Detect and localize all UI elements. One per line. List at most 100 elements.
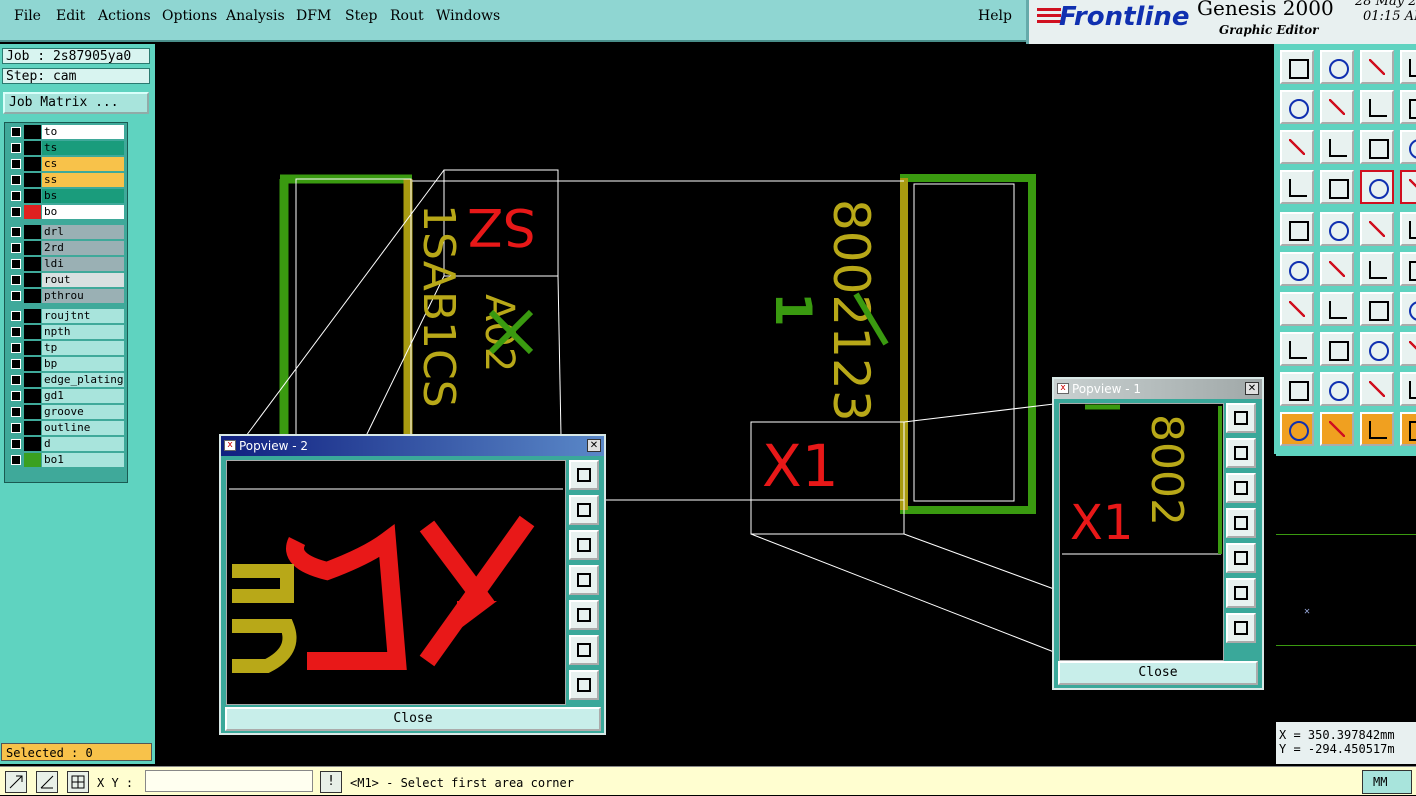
layer-checkbox[interactable] [11,327,21,337]
menu-edit[interactable]: Edit [56,8,85,24]
layer-color-swatch[interactable] [24,453,41,467]
layer-row[interactable]: 2rd [7,241,125,255]
measure-icon[interactable] [1360,130,1394,164]
layer-checkbox[interactable] [11,343,21,353]
layer-name[interactable]: bp [42,357,124,371]
home-icon[interactable] [1360,50,1394,84]
layer-checkbox[interactable] [11,311,21,321]
pan-right-icon[interactable] [1320,90,1354,124]
popview-1-titlebar[interactable]: x Popview - 1 [1054,379,1262,399]
layer-checkbox[interactable] [11,175,21,185]
zoom-home-icon[interactable] [1320,372,1354,406]
job-matrix-button[interactable]: Job Matrix ... [3,92,149,114]
pan-left-icon[interactable] [1280,90,1314,124]
layer-color-swatch[interactable] [24,173,41,187]
menu-help[interactable]: Help [978,8,1012,24]
cursor-3-icon[interactable] [1280,372,1314,406]
layer-color-swatch[interactable] [24,141,41,155]
layer-color-swatch[interactable] [24,257,41,271]
grid-icon[interactable] [1280,170,1314,204]
triangle-icon[interactable] [1400,292,1416,326]
pan-up-icon[interactable] [1226,438,1256,468]
zoom-out-icon[interactable] [569,670,599,700]
layer-name[interactable]: ldi [42,257,124,271]
zoom-area-icon[interactable] [5,771,27,793]
menu-windows[interactable]: Windows [436,8,500,24]
layer-checkbox[interactable] [11,407,21,417]
layer-checkbox[interactable] [11,439,21,449]
layer-name[interactable]: npth [42,325,124,339]
layer-row[interactable]: ss [7,173,125,187]
layer-color-swatch[interactable] [24,289,41,303]
rotate-icon[interactable] [1400,212,1416,246]
layer-checkbox[interactable] [11,375,21,385]
layer-checkbox[interactable] [11,191,21,201]
pan-down-icon[interactable] [1226,473,1256,503]
layer-row[interactable]: npth [7,325,125,339]
layer-color-swatch[interactable] [24,273,41,287]
layer-name[interactable]: ts [42,141,124,155]
layer-color-swatch[interactable] [24,225,41,239]
close-icon[interactable]: ✕ [1245,382,1259,395]
rect-icon[interactable] [1360,292,1394,326]
arc-icon[interactable] [1400,252,1416,286]
zoom-out-icon[interactable] [1226,613,1256,643]
triangle-3-icon[interactable] [1320,332,1354,366]
layer-name[interactable]: gd1 [42,389,124,403]
menu-file[interactable]: File [14,8,41,24]
pan-icon[interactable] [1280,412,1314,446]
layer-checkbox[interactable] [11,391,21,401]
layer-row[interactable]: tp [7,341,125,355]
ruler-icon[interactable] [1400,170,1416,204]
zoom-fit-icon[interactable] [1400,90,1416,124]
pan-right-icon[interactable] [569,600,599,630]
triangle-2-icon[interactable] [1280,332,1314,366]
layer-row[interactable]: edge_plating [7,373,125,387]
point-icon[interactable] [1320,252,1354,286]
menu-rout[interactable]: Rout [390,8,424,24]
layer-checkbox[interactable] [11,455,21,465]
layer-checkbox[interactable] [11,291,21,301]
cursor-icon[interactable] [1360,332,1394,366]
layer-checkbox[interactable] [11,275,21,285]
layer-name[interactable]: to [42,125,124,139]
zoom-home-icon[interactable] [569,460,599,490]
layer-color-swatch[interactable] [24,125,41,139]
draw-icon[interactable] [1360,170,1394,204]
layer-row[interactable]: gd1 [7,389,125,403]
layer-row[interactable]: ts [7,141,125,155]
minimap[interactable]: ✕ [1276,454,1416,722]
layer-name[interactable]: tp [42,341,124,355]
pan-down-icon[interactable] [569,530,599,560]
layer-color-swatch[interactable] [24,437,41,451]
zoom-in-icon[interactable] [1226,578,1256,608]
pan-right-icon[interactable] [1360,412,1394,446]
layer-name[interactable]: bo [42,205,124,219]
layer-name[interactable]: ss [42,173,124,187]
layer-row[interactable]: bo1 [7,453,125,467]
pad-icon[interactable] [1280,292,1314,326]
units-selector[interactable]: MM [1362,770,1412,794]
menu-dfm[interactable]: DFM [296,8,331,24]
layer-color-swatch[interactable] [24,357,41,371]
snap-icon[interactable] [1400,130,1416,164]
pan-left-icon[interactable] [569,565,599,595]
layer-checkbox[interactable] [11,423,21,433]
alert-icon[interactable]: ! [320,771,342,793]
zoom-in-icon[interactable] [1360,372,1394,406]
layer-row[interactable]: bo [7,205,125,219]
layer-checkbox[interactable] [11,259,21,269]
layer-name[interactable]: groove [42,405,124,419]
menu-step[interactable]: Step [345,8,377,24]
layer-color-swatch[interactable] [24,157,41,171]
layer-color-swatch[interactable] [24,189,41,203]
zoom-in-icon[interactable] [1320,50,1354,84]
layer-name[interactable]: cs [42,157,124,171]
layer-color-swatch[interactable] [24,309,41,323]
xy-input[interactable] [145,770,313,792]
distance-icon[interactable] [1320,292,1354,326]
zoom-fit-icon-2[interactable] [1280,130,1314,164]
layer-checkbox[interactable] [11,207,21,217]
menu-options[interactable]: Options [162,8,217,24]
layer-checkbox[interactable] [11,243,21,253]
